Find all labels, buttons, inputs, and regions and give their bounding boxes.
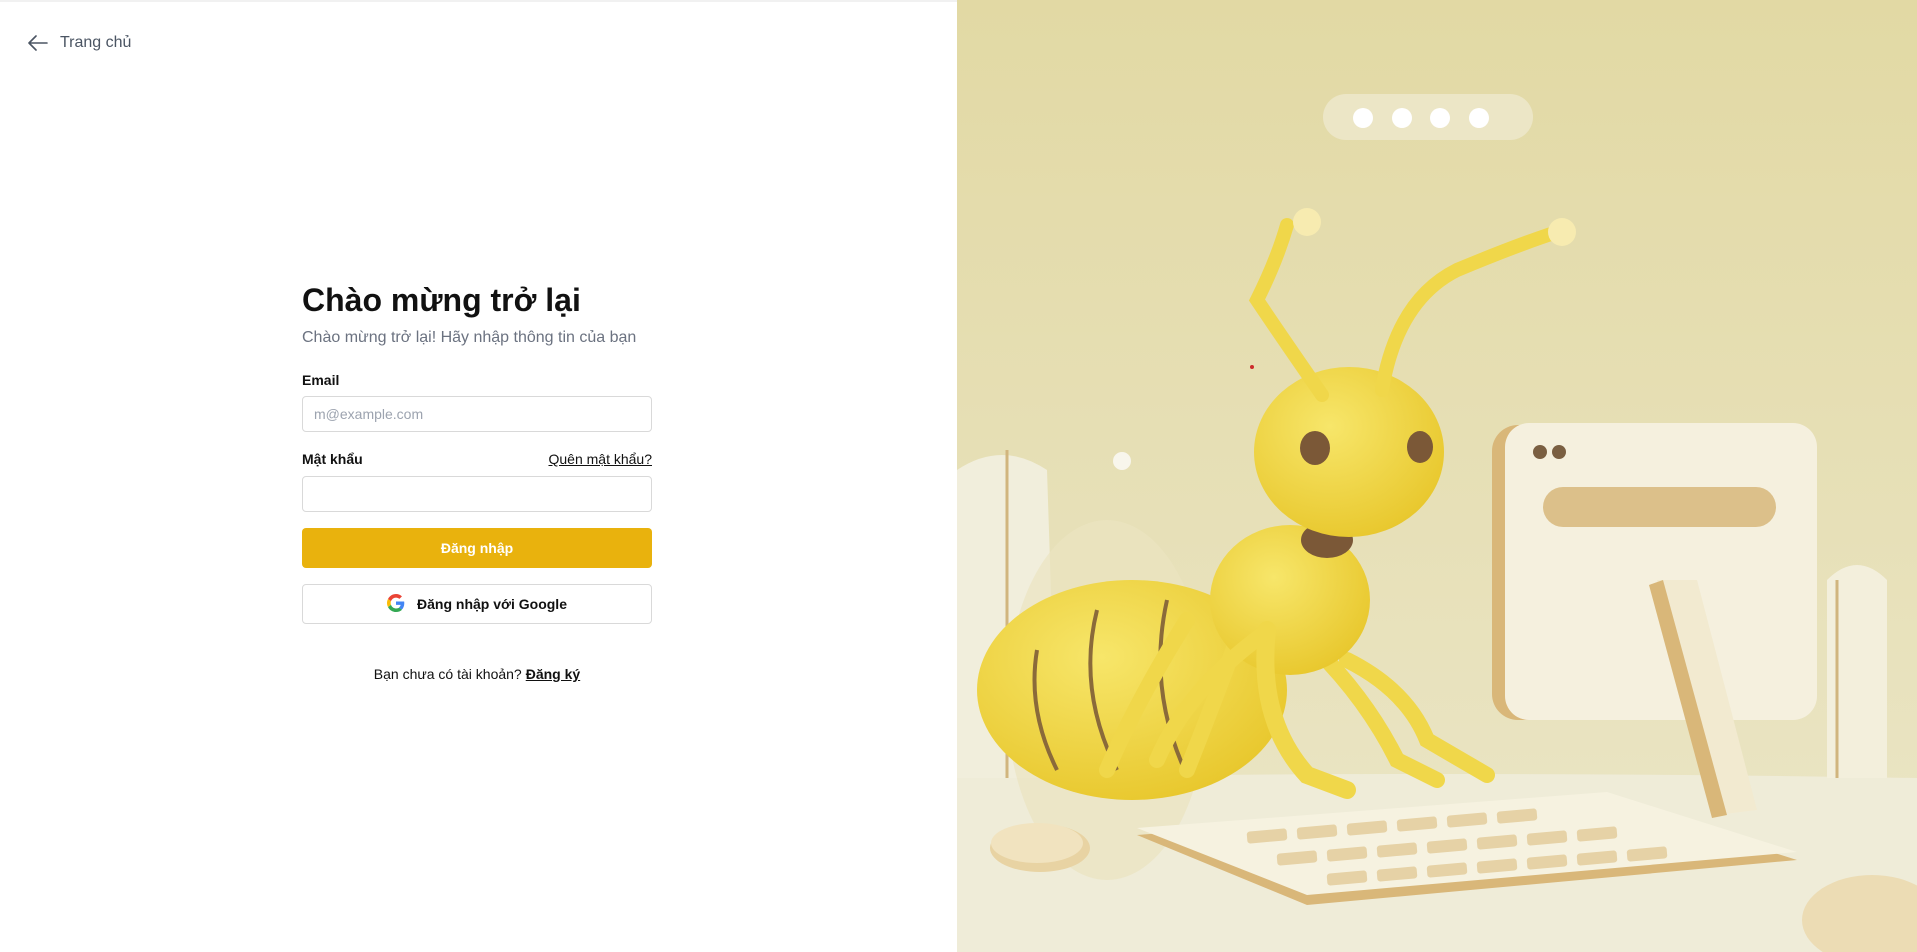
google-login-label: Đăng nhập với Google: [417, 596, 567, 612]
password-field[interactable]: [302, 476, 652, 512]
signup-prompt: Bạn chưa có tài khoản? Đăng ký: [302, 666, 652, 682]
hero-illustration: [957, 0, 1917, 952]
ant-at-computer-illustration: [957, 0, 1917, 952]
page-title: Chào mừng trở lại: [302, 282, 581, 318]
google-login-button[interactable]: Đăng nhập với Google: [302, 584, 652, 624]
google-icon: [387, 593, 405, 615]
arrow-left-icon: [28, 35, 48, 51]
login-panel: Trang chủ Chào mừng trở lại Chào mừng tr…: [0, 0, 957, 952]
page-subtitle: Chào mừng trở lại! Hãy nhập thông tin củ…: [302, 329, 637, 346]
password-label-row: Mật khẩu Quên mật khẩu?: [302, 450, 652, 468]
back-home-label: Trang chủ: [60, 34, 132, 51]
forgot-password-link[interactable]: Quên mật khẩu?: [548, 451, 652, 467]
back-home-link[interactable]: Trang chủ: [28, 34, 131, 52]
email-field[interactable]: [302, 396, 652, 432]
signup-link[interactable]: Đăng ký: [526, 666, 580, 682]
login-button[interactable]: Đăng nhập: [302, 528, 652, 568]
password-label: Mật khẩu: [302, 451, 363, 467]
login-form: Chào mừng trở lại Chào mừng trở lại! Hãy…: [302, 280, 652, 682]
no-account-text: Bạn chưa có tài khoản?: [373, 666, 522, 682]
email-label: Email: [302, 372, 340, 388]
